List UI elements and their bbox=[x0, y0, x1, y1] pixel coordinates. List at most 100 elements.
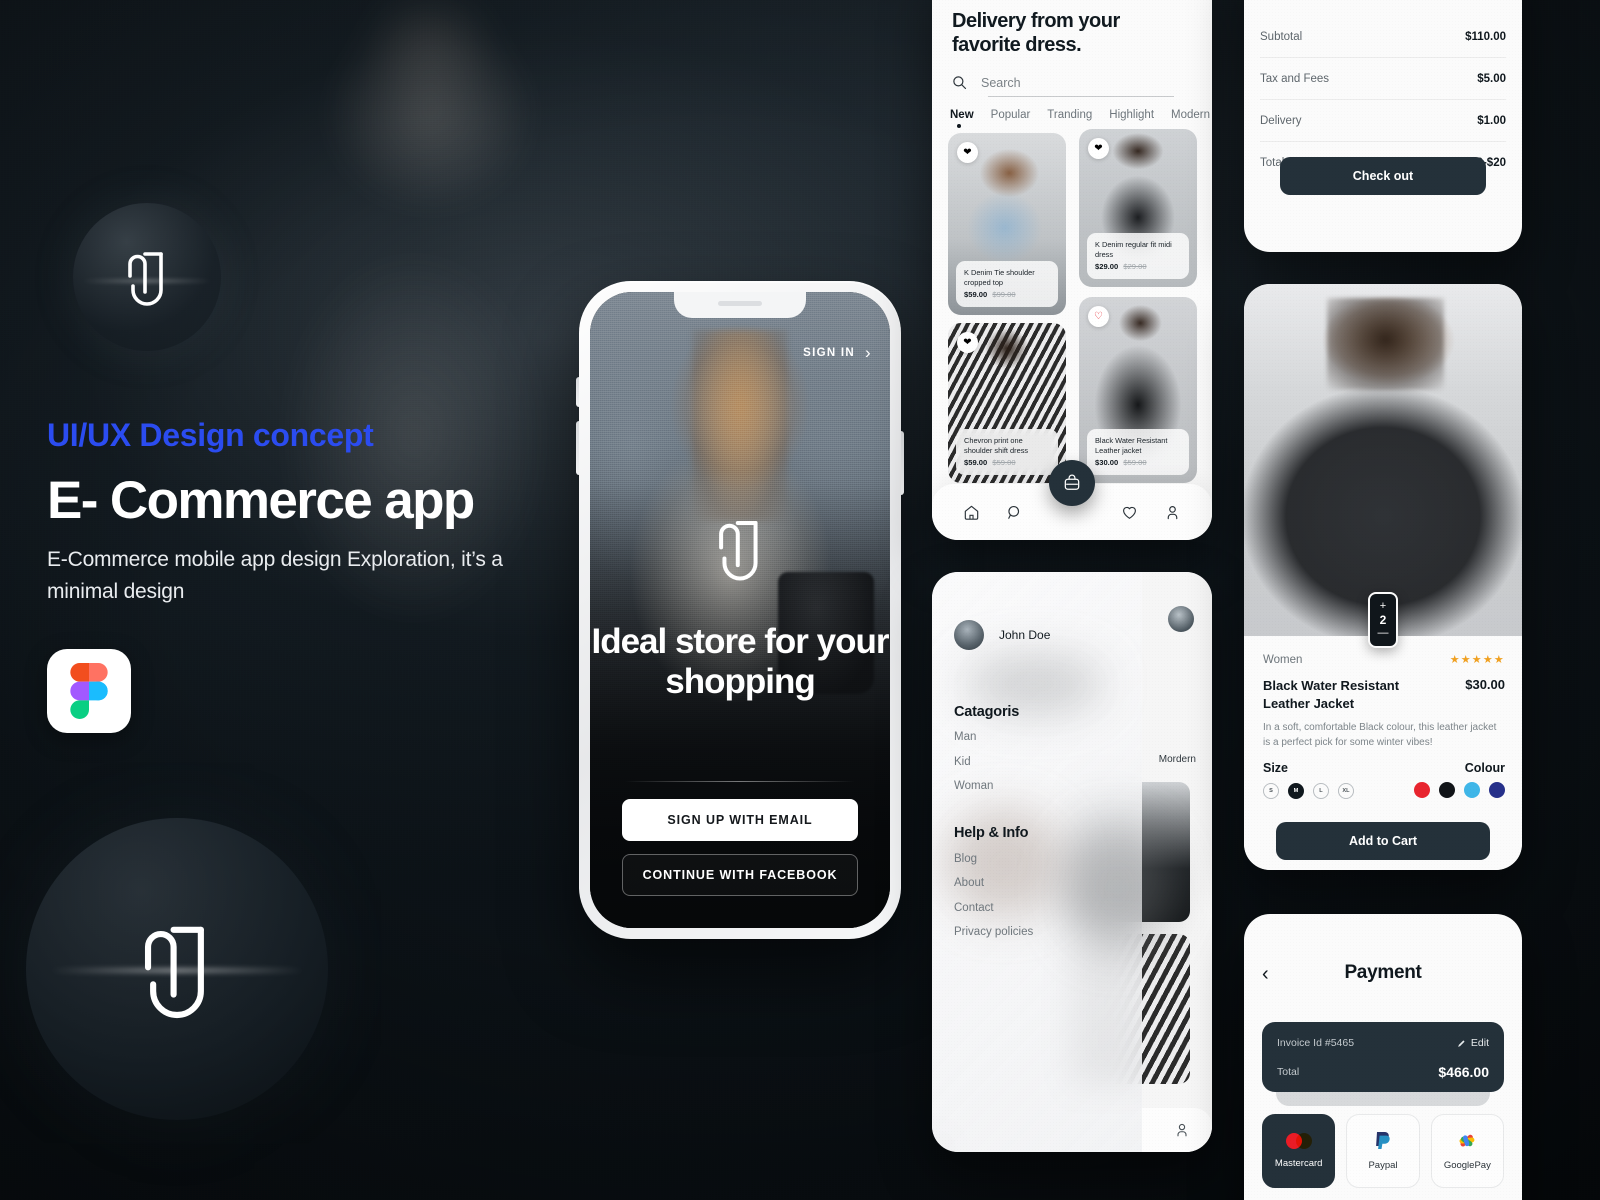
sign-in-link[interactable]: SIGN IN › bbox=[803, 344, 872, 361]
product-card[interactable]: ♡ Black Water Resistant Leather jacket $… bbox=[1079, 297, 1197, 483]
colour-swatch-black[interactable] bbox=[1439, 782, 1455, 798]
tab-popular[interactable]: Popular bbox=[991, 109, 1031, 121]
product-old-price: $59.00 bbox=[992, 458, 1016, 467]
invoice-id-row: Invoice Id #5465 Edit bbox=[1277, 1037, 1489, 1049]
help-heading: Help & Info bbox=[954, 825, 1029, 841]
search-bar[interactable] bbox=[952, 75, 1174, 97]
page-title: Payment bbox=[1344, 962, 1422, 983]
tab-tranding[interactable]: Tranding bbox=[1047, 109, 1092, 121]
product-price-row: $29.00 $29.00 bbox=[1095, 262, 1181, 271]
product-info: K Denim regular fit midi dress $29.00 $2… bbox=[1087, 232, 1189, 279]
total-label: Total bbox=[1277, 1066, 1300, 1078]
decrease-quantity-button[interactable]: — bbox=[1378, 628, 1389, 639]
drawer-link-contact[interactable]: Contact bbox=[954, 902, 994, 914]
drawer-link-man[interactable]: Man bbox=[954, 731, 976, 743]
favorite-icon[interactable]: ❤ bbox=[957, 142, 978, 163]
chevron-right-icon: › bbox=[865, 343, 872, 362]
cart-summary-screen: Subtotal $110.00 Tax and Fees $5.00 Deli… bbox=[1244, 0, 1522, 252]
product-price: $30.00 bbox=[1465, 677, 1505, 692]
hero-subtitle: E-Commerce mobile app design Exploration… bbox=[47, 548, 503, 603]
tab-highlight[interactable]: Highlight bbox=[1109, 109, 1154, 121]
product-hero-photo bbox=[1244, 284, 1522, 636]
total-value: $466.00 bbox=[1438, 1064, 1489, 1080]
onboarding-headline: Ideal store for your shopping bbox=[591, 622, 889, 701]
favorite-icon[interactable]: ♡ bbox=[1088, 306, 1109, 327]
product-detail-screen: + 2 — Women ★★★★★ Black Water Resistant … bbox=[1244, 284, 1522, 870]
drawer-link-woman[interactable]: Woman bbox=[954, 780, 993, 792]
colour-swatch-blue[interactable] bbox=[1464, 782, 1480, 798]
favorite-icon[interactable]: ❤ bbox=[957, 332, 978, 353]
size-option-s[interactable]: S bbox=[1263, 783, 1279, 799]
edit-invoice-button[interactable]: Edit bbox=[1457, 1037, 1489, 1049]
home-title: Delivery from your favorite dress. bbox=[952, 10, 1120, 56]
favorite-icon[interactable]: ❤ bbox=[1088, 138, 1109, 159]
profile-icon[interactable] bbox=[1174, 1122, 1190, 1138]
product-name: Chevron print one shoulder shift dress bbox=[964, 435, 1029, 456]
product-info: Black Water Resistant Leather jacket $30… bbox=[1087, 428, 1189, 475]
drawer-link-kid[interactable]: Kid bbox=[954, 756, 971, 768]
sign-in-label: SIGN IN bbox=[803, 346, 856, 359]
product-name: Black Water Resistant Leather jacket bbox=[1095, 435, 1168, 456]
cart-row-value: $5.00 bbox=[1477, 72, 1506, 85]
nj-monogram-logo-icon-screen bbox=[719, 520, 758, 581]
product-card[interactable]: ❤ K Denim Tie shoulder cropped top $59.0… bbox=[948, 133, 1066, 315]
payment-method-googlepay[interactable]: GooglePay bbox=[1430, 1114, 1504, 1188]
peek-tab-label[interactable]: Mordern bbox=[1159, 754, 1196, 765]
cart-row-label: Delivery bbox=[1260, 114, 1302, 127]
cart-row-subtotal: Subtotal $110.00 bbox=[1260, 16, 1506, 58]
home-icon[interactable] bbox=[963, 504, 980, 521]
tab-modern[interactable]: Modern bbox=[1171, 109, 1210, 121]
drawer-link-privacy[interactable]: Privacy policies bbox=[954, 926, 1033, 938]
tab-new[interactable]: New bbox=[950, 109, 974, 128]
phone-speaker bbox=[718, 301, 762, 306]
orb-glint-large bbox=[50, 969, 304, 972]
continue-with-facebook-button[interactable]: CONTINUE WITH FACEBOOK bbox=[622, 854, 858, 896]
avatar[interactable] bbox=[1168, 606, 1194, 632]
mastercard-icon bbox=[1285, 1133, 1312, 1149]
product-price-row: $30.00 $59.00 bbox=[1095, 458, 1181, 467]
check-out-button[interactable]: Check out bbox=[1280, 157, 1486, 195]
search-underline bbox=[988, 96, 1174, 97]
payment-screen: ‹ Payment Invoice Id #5465 Edit Total $4… bbox=[1244, 914, 1522, 1200]
product-old-price: $29.00 bbox=[1123, 262, 1147, 271]
search-icon[interactable] bbox=[1006, 504, 1023, 521]
invoice-card: Invoice Id #5465 Edit Total $466.00 bbox=[1262, 1022, 1504, 1092]
increase-quantity-button[interactable]: + bbox=[1380, 601, 1386, 612]
payment-method-mastercard[interactable]: Mastercard bbox=[1262, 1114, 1336, 1188]
cart-fab-button[interactable] bbox=[1049, 460, 1095, 506]
phone-power-button[interactable] bbox=[901, 431, 904, 495]
product-category: Women bbox=[1263, 654, 1303, 666]
drawer-link-blog[interactable]: Blog bbox=[954, 853, 977, 865]
app-logo-on-screen bbox=[710, 514, 770, 583]
payment-method-paypal[interactable]: Paypal bbox=[1346, 1114, 1420, 1188]
rating-stars: ★★★★★ bbox=[1449, 654, 1505, 666]
product-name: K Denim Tie shoulder cropped top bbox=[964, 267, 1035, 288]
search-input[interactable] bbox=[981, 75, 1151, 90]
user-name: John Doe bbox=[999, 628, 1051, 642]
product-info: K Denim Tie shoulder cropped top $59.00 … bbox=[956, 260, 1058, 307]
drawer-user[interactable]: John Doe bbox=[954, 620, 1050, 650]
drawer-link-about[interactable]: About bbox=[954, 877, 984, 889]
heart-icon[interactable] bbox=[1121, 504, 1138, 521]
sign-up-with-email-button[interactable]: SIGN UP WITH EMAIL bbox=[622, 799, 858, 841]
phone-mockup: SIGN IN › Ideal store for your shopping … bbox=[576, 281, 904, 939]
cart-row-value: $110.00 bbox=[1465, 30, 1506, 43]
quantity-value: 2 bbox=[1379, 613, 1387, 627]
product-price: $59.00 bbox=[964, 290, 988, 299]
phone-notch bbox=[674, 292, 806, 318]
size-option-l[interactable]: L bbox=[1313, 783, 1329, 799]
add-to-cart-button[interactable]: Add to Cart bbox=[1276, 822, 1490, 860]
product-card[interactable]: ❤ K Denim regular fit midi dress $29.00 … bbox=[1079, 129, 1197, 287]
product-card[interactable]: ❤ Chevron print one shoulder shift dress… bbox=[948, 323, 1066, 483]
profile-icon[interactable] bbox=[1164, 504, 1181, 521]
figma-logo-badge bbox=[47, 649, 131, 733]
logo-orb-small bbox=[73, 203, 221, 351]
shopping-bag-icon bbox=[1064, 474, 1080, 490]
colour-swatch-navy[interactable] bbox=[1489, 782, 1505, 798]
quantity-stepper[interactable]: + 2 — bbox=[1368, 592, 1398, 648]
size-option-xl[interactable]: XL bbox=[1338, 783, 1354, 799]
colour-swatch-red[interactable] bbox=[1414, 782, 1430, 798]
edit-label: Edit bbox=[1470, 1037, 1489, 1049]
size-option-m[interactable]: M bbox=[1288, 783, 1304, 799]
phone-screen: SIGN IN › Ideal store for your shopping … bbox=[590, 292, 890, 928]
